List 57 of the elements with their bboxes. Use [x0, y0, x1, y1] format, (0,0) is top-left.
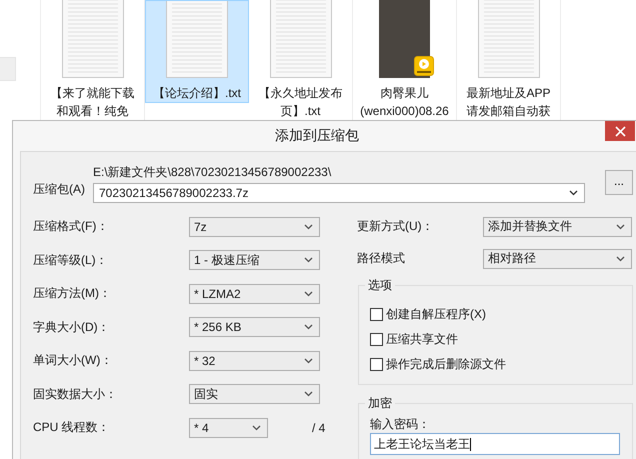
archive-name-combo[interactable]: 70230213456789002233.7z: [93, 183, 585, 203]
browse-button[interactable]: ...: [605, 170, 633, 195]
group-title: 选项: [365, 277, 395, 294]
dropdown[interactable]: * LZMA2: [189, 284, 320, 304]
chevron-down-icon: [252, 424, 261, 430]
checkbox-label: 创建自解压程序(X): [386, 306, 486, 323]
chevron-down-icon: [304, 358, 313, 364]
file-name: 肉臀果儿: [380, 85, 428, 102]
setting-label: 单词大小(W)：: [33, 352, 114, 369]
archive-path: E:\新建文件夹\828\70230213456789002233\: [93, 164, 332, 181]
dropdown[interactable]: * 256 KB: [189, 317, 320, 337]
archive-label: 压缩包(A): [33, 181, 86, 198]
setting-label: CPU 线程数：: [33, 419, 111, 436]
password-label: 输入密码：: [370, 416, 431, 433]
chevron-down-icon: [616, 256, 625, 262]
chevron-down-icon: [304, 224, 313, 230]
text-file-icon: [166, 1, 228, 78]
setting-label: 固实数据大小：: [33, 386, 118, 402]
chevron-down-icon: [304, 324, 313, 330]
checkbox[interactable]: [370, 308, 383, 321]
chevron-down-icon: [304, 391, 313, 397]
file-name: 【论坛介绍】.txt: [152, 85, 241, 102]
checkbox[interactable]: [370, 358, 383, 371]
checkbox-label: 操作完成后删除源文件: [386, 356, 506, 373]
dropdown[interactable]: 1 - 极速压缩: [189, 250, 320, 270]
close-icon: [614, 126, 626, 136]
chevron-down-icon: [304, 257, 313, 263]
setting-label: 压缩等级(L)：: [33, 252, 109, 268]
setting-label: 字典大小(D)：: [33, 318, 111, 336]
file-item[interactable]: 【论坛介绍】.txt: [145, 0, 249, 103]
thread-count-max: / 4: [312, 420, 326, 434]
file-name: 和观看！纯免: [56, 103, 128, 120]
dropdown[interactable]: 添加并替换文件: [483, 216, 632, 236]
chevron-down-icon: [304, 290, 313, 296]
setting-label: 路径模式: [357, 250, 406, 267]
setting-label: 压缩方法(M)：: [33, 285, 112, 302]
file-name: 请发邮箱自动获: [466, 103, 550, 120]
file-name: (wenxi000)08.26: [360, 103, 449, 120]
setting-label: 更新方式(U)：: [357, 218, 435, 235]
file-name: 页】.txt: [280, 103, 320, 120]
setting-label: 压缩格式(F)：: [33, 218, 110, 235]
file-name: 最新地址及APP: [466, 85, 550, 102]
close-button[interactable]: [605, 121, 635, 141]
checkbox[interactable]: [370, 333, 383, 346]
dropdown[interactable]: 固实: [189, 384, 320, 404]
player-badge-icon: [414, 56, 434, 76]
checkbox-label: 压缩共享文件: [386, 331, 458, 348]
file-name: 【永久地址发布: [258, 85, 342, 102]
dropdown[interactable]: 相对路径: [483, 248, 632, 268]
dropdown[interactable]: * 32: [189, 350, 320, 370]
file-name: 【来了就能下载: [50, 85, 134, 102]
dropdown[interactable]: * 4: [189, 418, 268, 438]
chevron-down-icon: [616, 224, 625, 230]
window-title: 添加到压缩包: [275, 127, 359, 145]
password-field[interactable]: 上老王论坛当老王: [370, 433, 620, 455]
chevron-down-icon: [569, 190, 578, 196]
dropdown[interactable]: 7z: [189, 216, 320, 236]
